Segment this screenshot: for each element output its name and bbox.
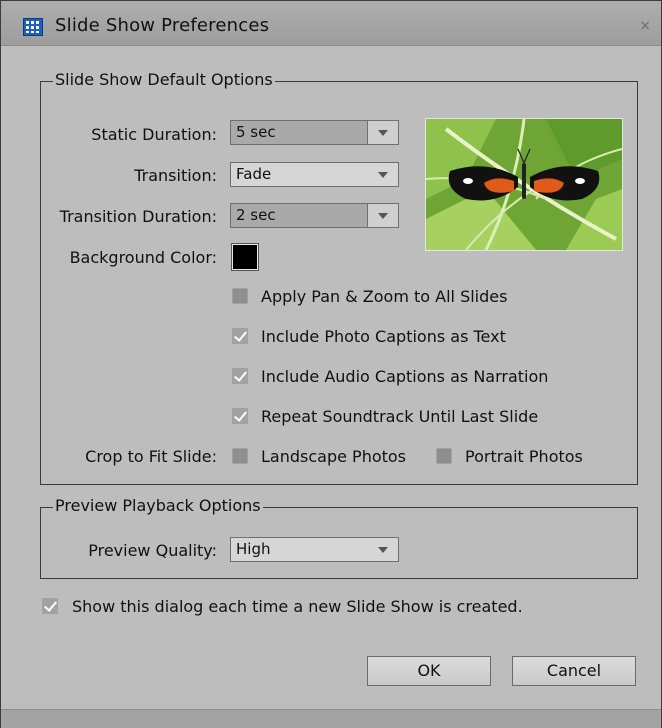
- chevron-down-icon[interactable]: [367, 121, 398, 144]
- background-color-swatch[interactable]: [231, 243, 259, 271]
- show-dialog-label: Show this dialog each time a new Slide S…: [72, 597, 523, 616]
- include-photo-captions-checkbox[interactable]: [232, 328, 248, 344]
- close-icon[interactable]: ×: [639, 18, 651, 34]
- slide-show-preferences-dialog: Slide Show Preferences × Slide Show Defa…: [0, 0, 662, 728]
- include-audio-captions-label: Include Audio Captions as Narration: [261, 367, 549, 386]
- grid-app-icon: [23, 18, 43, 36]
- chevron-down-icon[interactable]: [367, 204, 398, 227]
- portrait-photos-label: Portrait Photos: [465, 447, 583, 466]
- transition-duration-label: Transition Duration:: [59, 207, 217, 226]
- apply-pan-zoom-checkbox[interactable]: [232, 288, 248, 304]
- landscape-photos-label: Landscape Photos: [261, 447, 407, 466]
- background-color-label: Background Color:: [69, 248, 217, 267]
- title-bar[interactable]: Slide Show Preferences ×: [1, 1, 661, 46]
- landscape-photos-checkbox[interactable]: [232, 448, 248, 464]
- status-bar: [1, 709, 661, 728]
- transition-value: Fade: [236, 165, 272, 183]
- cancel-button[interactable]: Cancel: [512, 656, 636, 686]
- repeat-soundtrack-checkbox[interactable]: [232, 408, 248, 424]
- include-photo-captions-label: Include Photo Captions as Text: [261, 327, 506, 346]
- chevron-down-icon[interactable]: [368, 163, 398, 186]
- transition-duration-value: 2 sec: [231, 204, 368, 227]
- ok-button[interactable]: OK: [367, 656, 491, 686]
- default-options-legend: Slide Show Default Options: [53, 70, 275, 89]
- repeat-soundtrack-label: Repeat Soundtrack Until Last Slide: [261, 407, 539, 426]
- show-dialog-checkbox[interactable]: [42, 598, 58, 614]
- crop-to-fit-label: Crop to Fit Slide:: [85, 447, 217, 466]
- include-audio-captions-checkbox[interactable]: [232, 368, 248, 384]
- window-title: Slide Show Preferences: [55, 15, 270, 36]
- static-duration-value: 5 sec: [231, 121, 368, 144]
- transition-duration-select[interactable]: 2 sec: [230, 203, 399, 228]
- playback-options-legend: Preview Playback Options: [53, 496, 263, 515]
- butterfly-on-leaf-photo: [425, 118, 623, 251]
- static-duration-select[interactable]: 5 sec: [230, 120, 399, 145]
- preview-quality-label: Preview Quality:: [88, 541, 217, 560]
- chevron-down-icon[interactable]: [368, 538, 398, 561]
- preview-quality-select[interactable]: High: [230, 537, 399, 562]
- static-duration-label: Static Duration:: [91, 125, 217, 144]
- apply-pan-zoom-label: Apply Pan & Zoom to All Slides: [261, 287, 508, 306]
- portrait-photos-checkbox[interactable]: [436, 448, 452, 464]
- transition-select[interactable]: Fade: [230, 162, 399, 187]
- preview-quality-value: High: [236, 540, 271, 558]
- transition-label: Transition:: [134, 166, 217, 185]
